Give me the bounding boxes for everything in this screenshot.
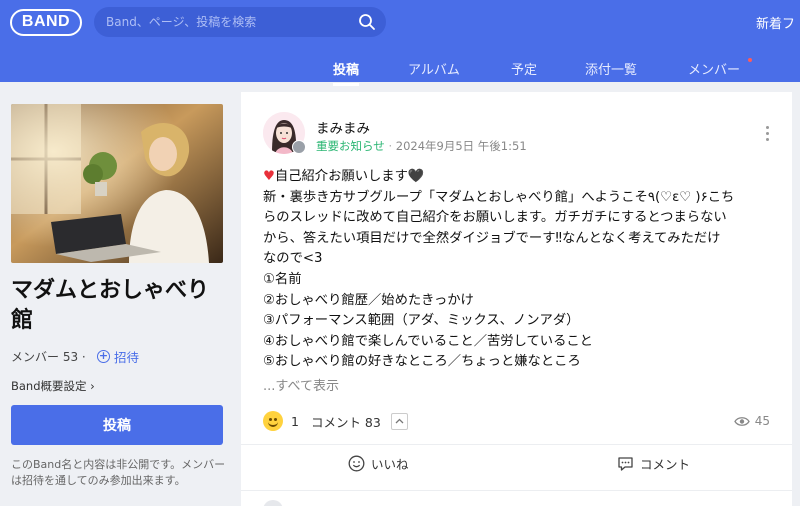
plus-circle-icon: + xyxy=(97,349,110,363)
band-name: マダムとおしゃべり館 xyxy=(11,278,210,333)
meta-separator: · xyxy=(388,139,393,153)
news-feed-link[interactable]: 新着フ xyxy=(756,13,795,32)
post-line: ④おしゃべり館で楽しんでいること／苦労していること xyxy=(263,333,593,349)
reaction-summary[interactable]: 1 コメント 83 xyxy=(263,410,408,432)
tab-attachments[interactable]: 添付一覧 xyxy=(585,59,637,78)
band-tab-bar: 投稿 アルバム 予定 添付一覧 メンバー xyxy=(0,48,800,86)
admin-badge-icon xyxy=(292,140,306,154)
comment-label: コメント xyxy=(640,457,691,472)
post-line: ①名前 xyxy=(263,271,302,287)
top-bar: BAND 新着フ xyxy=(0,0,800,48)
post-card: まみまみ 重要お知らせ · 2024年9月5日 午後1:51 ♥自己紹介お願いし… xyxy=(241,92,792,506)
member-count[interactable]: メンバー 53 · xyxy=(11,348,86,365)
post-meta: 重要お知らせ · 2024年9月5日 午後1:51 xyxy=(316,138,527,154)
like-label: いいね xyxy=(371,457,409,472)
post-body: ♥自己紹介お願いします🖤 新・裏歩き方サブグループ「マダムとおしゃべり館」へよう… xyxy=(263,167,771,373)
tab-members[interactable]: メンバー xyxy=(688,59,740,78)
tab-posts[interactable]: 投稿 xyxy=(333,59,360,86)
post-line: ⑤おしゃべり館の好きなところ／ちょっと嫌なところ xyxy=(263,354,581,370)
eye-icon xyxy=(733,416,750,426)
post-line: ♥自己紹介お願いします🖤 xyxy=(263,169,425,184)
tab-album[interactable]: アルバム xyxy=(408,59,460,78)
comment-count[interactable]: コメント 83 xyxy=(311,412,381,431)
smile-icon xyxy=(348,455,365,472)
search-input[interactable] xyxy=(106,7,346,37)
author-name[interactable]: まみまみ xyxy=(316,117,370,137)
search-icon[interactable] xyxy=(358,13,376,31)
write-post-button[interactable]: 投稿 xyxy=(11,405,223,445)
band-cover-image xyxy=(11,104,223,263)
smile-emoji-icon xyxy=(263,411,283,431)
tab-schedule[interactable]: 予定 xyxy=(511,59,537,78)
post-line: ③パフォーマンス範囲（アダ、ミックス、ノンアダ） xyxy=(263,313,580,329)
invite-link[interactable]: + 招待 xyxy=(97,347,139,366)
collapse-comments-button[interactable] xyxy=(390,412,408,430)
post-date: 2024年9月5日 午後1:51 xyxy=(395,139,527,153)
post-line: から、答えたい項目だけで全然ダイジョブでーす‼なんとなく考えてみただけ xyxy=(263,230,721,246)
chevron-up-icon xyxy=(395,418,404,424)
invite-label: 招待 xyxy=(114,350,140,365)
comment-button[interactable]: コメント xyxy=(617,454,690,473)
reaction-count: 1 xyxy=(291,413,299,429)
post-line: らのスレッドに改めて自己紹介をお願いします。ガチガチにするとつまらない xyxy=(263,210,727,226)
private-band-note: このBand名と内容は非公開です。メンバーは招待を通してのみ参加出来ます。 xyxy=(11,458,226,487)
band-logo[interactable]: BAND xyxy=(10,9,82,36)
comment-icon xyxy=(618,456,633,471)
like-button[interactable]: いいね xyxy=(348,454,409,473)
actions-divider-top xyxy=(241,444,792,445)
heart-icon: ♥ xyxy=(263,169,275,184)
new-badge-dot xyxy=(748,58,752,62)
view-count-value: 45 xyxy=(754,414,770,428)
post-line: なので<3 xyxy=(263,251,323,267)
commenter-avatar xyxy=(263,500,283,506)
see-all-link[interactable]: ...すべて表示 xyxy=(263,375,339,394)
band-settings-link[interactable]: Band概要設定 › xyxy=(11,378,95,394)
view-count: 45 xyxy=(733,414,770,428)
important-notice-label: 重要お知らせ xyxy=(316,139,385,153)
post-line: ②おしゃべり館歴／始めたきっかけ xyxy=(263,292,474,308)
more-options-icon[interactable] xyxy=(766,126,770,142)
search-box[interactable] xyxy=(94,7,386,37)
post-line: 新・裏歩き方サブグループ「マダムとおしゃべり館」へようこそ٩(♡ε♡ )۶こち xyxy=(263,189,735,205)
actions-divider-bottom xyxy=(241,490,792,491)
